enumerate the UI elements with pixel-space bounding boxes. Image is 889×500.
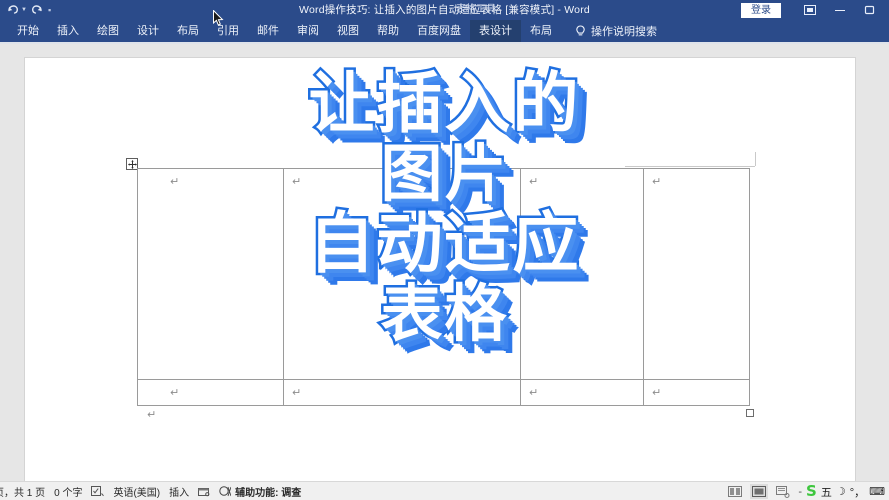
table-column-divider[interactable] <box>643 168 644 380</box>
document-table[interactable]: ↵ ↵ ↵ ↵ ↵ ↵ ↵ ↵ <box>137 168 754 417</box>
tab-review[interactable]: 审阅 <box>288 20 328 42</box>
ime-punctuation-icon[interactable]: °， <box>850 484 865 500</box>
table-column-divider[interactable] <box>283 168 284 380</box>
margin-guide-horizontal <box>625 166 755 167</box>
insert-mode-indicator[interactable]: 插入 <box>169 484 189 499</box>
undo-dropdown-icon[interactable]: ▼ <box>21 7 27 13</box>
quick-access-toolbar: ▼ ▪ <box>0 2 51 18</box>
document-workspace: ↵ ↵ ↵ ↵ ↵ ↵ ↵ ↵ ↵ <box>0 44 889 488</box>
margin-guide-vertical <box>755 152 756 166</box>
accessibility-icon[interactable] <box>219 485 232 497</box>
document-page[interactable]: ↵ ↵ ↵ ↵ ↵ ↵ ↵ ↵ ↵ <box>25 58 855 488</box>
ime-mode-label[interactable]: 五 <box>821 484 832 500</box>
tab-table-layout[interactable]: 布局 <box>521 20 561 42</box>
table-column-divider[interactable] <box>283 380 284 406</box>
table-resize-handle[interactable] <box>746 409 754 417</box>
accessibility-label[interactable]: 辅助功能: 调查 <box>235 484 301 499</box>
tell-me-label: 操作说明搜索 <box>591 26 657 38</box>
macro-record-icon[interactable] <box>198 486 210 497</box>
ime-indicator[interactable]: - S 五 ☽ °， ⌨ <box>798 484 885 500</box>
sign-in-button[interactable]: 登录 <box>741 2 781 18</box>
tab-start[interactable]: 开始 <box>8 20 48 42</box>
ime-dash: - <box>798 485 803 498</box>
read-mode-view-button[interactable] <box>726 484 744 499</box>
paragraph-mark: ↵ <box>652 175 662 188</box>
ribbon-display-options-icon[interactable] <box>795 0 825 20</box>
table-row[interactable] <box>137 168 750 380</box>
paragraph-mark: ↵ <box>170 386 180 399</box>
tab-help[interactable]: 帮助 <box>368 20 408 42</box>
paragraph-mark: ↵ <box>147 409 157 421</box>
web-layout-view-button[interactable] <box>774 484 792 499</box>
restore-icon[interactable] <box>855 0 885 20</box>
status-bar-right: - S 五 ☽ °， ⌨ <box>726 482 885 500</box>
customize-qat-icon[interactable]: ▪ <box>48 5 51 15</box>
tab-draw[interactable]: 绘图 <box>88 20 128 42</box>
tell-me-search[interactable]: 操作说明搜索 <box>575 20 657 42</box>
status-bar-left: 页，共 1 页 0 个字 英语(美国) 插入 辅助功能: 调查 <box>0 484 301 499</box>
print-layout-view-button[interactable] <box>750 484 769 499</box>
moon-icon[interactable]: ☽ <box>836 485 846 498</box>
paragraph-mark: ↵ <box>292 386 302 399</box>
title-bar: ▼ ▪ Word操作技巧: 让插入的图片自动适应表格 [兼容模式] - Word… <box>0 0 889 20</box>
ribbon-tab-strip: 开始 插入 绘图 设计 布局 引用 邮件 审阅 视图 帮助 百度网盘 表设计 布… <box>0 20 889 42</box>
table-column-divider[interactable] <box>520 168 521 380</box>
minimize-icon[interactable] <box>825 0 855 20</box>
mouse-cursor <box>213 10 225 27</box>
redo-icon[interactable] <box>31 2 44 18</box>
keyboard-icon[interactable]: ⌨ <box>869 485 885 498</box>
table-column-divider[interactable] <box>643 380 644 406</box>
language-indicator[interactable]: 英语(美国) <box>113 484 160 499</box>
spelling-check-icon[interactable] <box>91 485 105 497</box>
paragraph-mark: ↵ <box>529 386 539 399</box>
contextual-tool-label: 表格工具 <box>456 4 496 15</box>
sogou-logo-icon[interactable]: S <box>806 484 817 499</box>
paragraph-mark: ↵ <box>292 175 302 188</box>
table-column-divider[interactable] <box>520 380 521 406</box>
tab-design[interactable]: 设计 <box>128 20 168 42</box>
tab-view[interactable]: 视图 <box>328 20 368 42</box>
tab-table-design[interactable]: 表设计 <box>470 20 521 42</box>
tab-mailings[interactable]: 邮件 <box>248 20 288 42</box>
tab-layout[interactable]: 布局 <box>168 20 208 42</box>
page-indicator[interactable]: 页，共 1 页 <box>0 484 45 499</box>
lightbulb-icon <box>575 24 586 38</box>
word-count[interactable]: 0 个字 <box>54 484 82 499</box>
paragraph-mark: ↵ <box>529 175 539 188</box>
window-controls: 登录 <box>741 0 885 20</box>
status-bar: 页，共 1 页 0 个字 英语(美国) 插入 辅助功能: 调查 <box>0 481 889 500</box>
undo-icon[interactable] <box>6 2 19 18</box>
paragraph-mark: ↵ <box>170 175 180 188</box>
tab-insert[interactable]: 插入 <box>48 20 88 42</box>
tab-baidu-netdisk[interactable]: 百度网盘 <box>408 20 470 42</box>
paragraph-mark: ↵ <box>652 386 662 399</box>
word-application-window: ▼ ▪ Word操作技巧: 让插入的图片自动适应表格 [兼容模式] - Word… <box>0 0 889 500</box>
